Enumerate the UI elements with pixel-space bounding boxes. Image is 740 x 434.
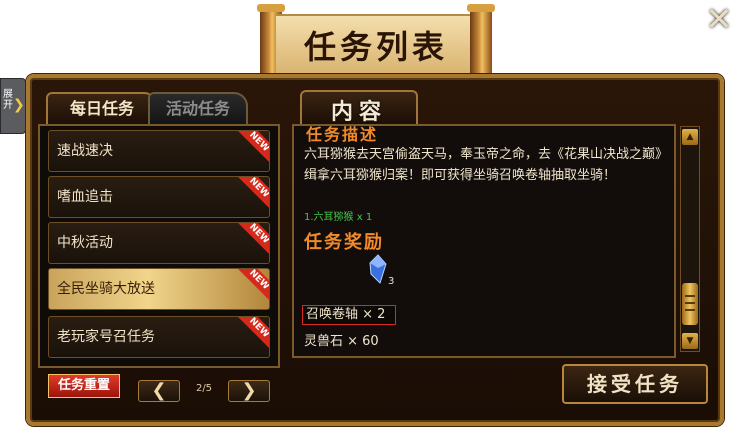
task-list-item[interactable]: 老玩家号召任务 NEW [48, 316, 270, 358]
task-label: 中秋活动 [57, 235, 113, 251]
crystal-icon[interactable] [368, 254, 388, 284]
task-list-item[interactable]: 中秋活动 NEW [48, 222, 270, 264]
task-label: 全民坐骑大放送 [57, 281, 155, 297]
reward-spirit-stone: 灵兽石 × 60 [304, 334, 379, 349]
new-badge: NEW [237, 317, 269, 350]
task-label: 老玩家号召任务 [57, 329, 155, 345]
task-label: 速战速决 [57, 143, 113, 159]
close-icon[interactable]: ✕ [702, 2, 736, 36]
expand-side-tab[interactable]: 展开 ❯ [0, 78, 26, 134]
reward-summon-scroll: 召唤卷轴 × 2 [302, 305, 396, 325]
reward-title: 任务奖励 [304, 232, 384, 253]
task-target: 1.六耳猕猴 x 1 [304, 212, 373, 223]
task-description: 六耳猕猴去天宫偷盗天马，奉玉帝之命，去《花果山决战之巅》缉拿六耳猕猴归案！即可获… [304, 147, 669, 183]
new-badge: NEW [237, 223, 269, 256]
task-label: 嗜血追击 [57, 189, 113, 205]
scrollbar-thumb[interactable] [682, 283, 698, 325]
prev-page-button[interactable]: ❮ [138, 380, 180, 402]
expand-label: 展开 [3, 89, 13, 111]
next-page-button[interactable]: ❯ [228, 380, 270, 402]
reset-tasks-button[interactable]: 任务重置 [48, 374, 120, 398]
arrow-down-icon[interactable]: ▼ [682, 333, 698, 349]
task-list-item[interactable]: 速战速决 NEW [48, 130, 270, 172]
page-indicator: 2/5 [195, 383, 213, 394]
reward-item-qty: 3 [388, 276, 395, 287]
chevron-right-icon: ❯ [13, 97, 25, 113]
tab-daily-tasks[interactable]: 每日任务 [46, 92, 158, 124]
task-list-item-selected[interactable]: 全民坐骑大放送 NEW [48, 268, 270, 310]
new-badge: NEW [237, 131, 269, 164]
task-list-item[interactable]: 嗜血追击 NEW [48, 176, 270, 218]
content-scrollbar[interactable]: ▲ ▼ [680, 126, 700, 352]
section-title: 任务描述 [306, 125, 379, 144]
tab-content: 内容 [300, 90, 418, 125]
new-badge: NEW [237, 269, 269, 302]
title-scroll: 任务列表 [257, 4, 495, 86]
window-title: 任务列表 [303, 28, 448, 66]
new-badge: NEW [237, 177, 269, 210]
tab-event-tasks[interactable]: 活动任务 [148, 92, 248, 124]
arrow-up-icon[interactable]: ▲ [682, 129, 698, 145]
accept-task-button[interactable]: 接受任务 [562, 364, 708, 404]
